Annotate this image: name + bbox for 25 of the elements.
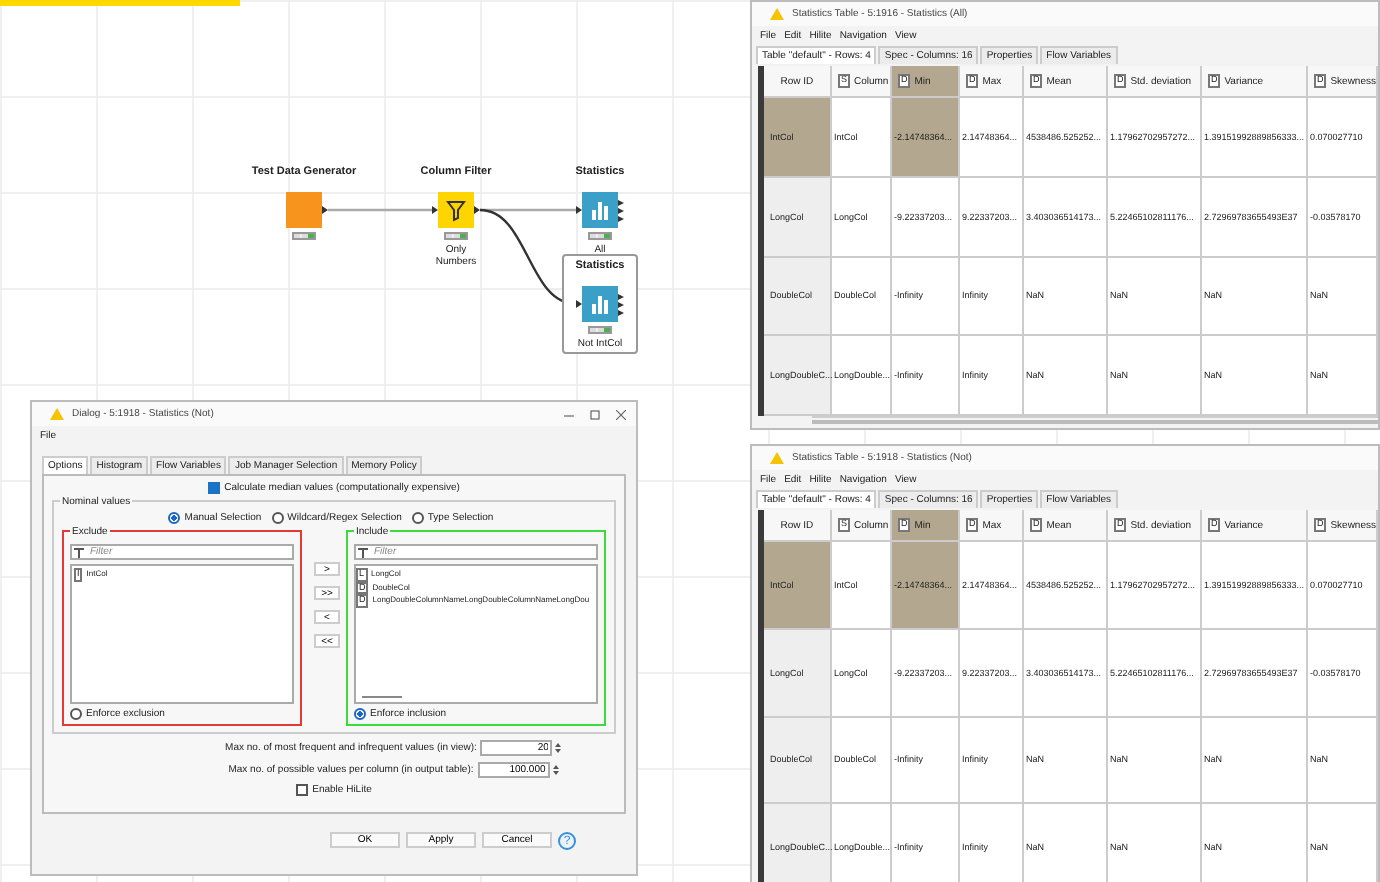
status-lights-icon	[588, 232, 612, 240]
radio-button[interactable]	[354, 708, 366, 720]
radio-button[interactable]	[411, 512, 424, 524]
scrollbar[interactable]	[812, 416, 1378, 426]
status-lights-icon	[292, 232, 316, 240]
close-icon[interactable]	[616, 409, 626, 419]
connection-line	[328, 208, 432, 212]
node-icon[interactable]	[576, 286, 624, 322]
warning-icon	[770, 8, 784, 20]
checkbox[interactable]	[296, 784, 309, 796]
filter-icon	[74, 547, 84, 557]
maximize-icon[interactable]	[590, 409, 600, 419]
status-lights-icon	[444, 232, 468, 240]
radio-button[interactable]	[168, 512, 181, 524]
status-lights-icon	[588, 326, 612, 334]
filter-icon	[358, 547, 368, 557]
radio-button[interactable]	[70, 708, 82, 720]
warning-icon	[50, 408, 64, 420]
node-icon[interactable]	[280, 192, 328, 228]
node-icon[interactable]	[432, 192, 480, 228]
scrollbar-thumb[interactable]	[362, 696, 402, 698]
warning-icon	[770, 452, 784, 464]
radio-button[interactable]	[271, 512, 284, 524]
checkbox[interactable]	[208, 482, 221, 494]
node-icon[interactable]	[576, 192, 624, 228]
